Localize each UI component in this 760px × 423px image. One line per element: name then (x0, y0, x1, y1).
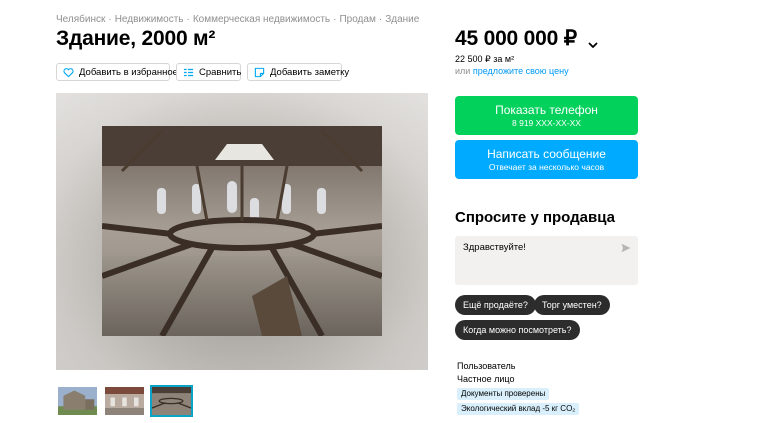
propose-price: или предложите свою цену (455, 66, 569, 76)
quick-reply-when-view[interactable]: Когда можно посмотреть? (455, 320, 580, 340)
quick-reply-bargain[interactable]: Торг уместен? (534, 295, 610, 315)
price-value: 45 000 000 ₽ (455, 27, 577, 50)
add-favorite-button[interactable]: Добавить в избранное (56, 63, 178, 81)
main-photo[interactable] (102, 126, 382, 336)
price: 45 000 000 ₽ (455, 26, 599, 51)
compare-icon (183, 67, 194, 78)
propose-price-link[interactable]: предложите свою цену (473, 66, 569, 76)
breadcrumb-realty[interactable]: Недвижимость (115, 14, 184, 25)
propose-prefix: или (455, 66, 471, 76)
breadcrumb-separator: · (108, 14, 112, 25)
badge-eco-contribution: Экологический вклад -5 кг CO₂ (457, 403, 580, 415)
show-phone-button[interactable]: Показать телефон 8 919 XXX-XX-XX (455, 96, 638, 135)
seller-type: Частное лицо (457, 374, 515, 384)
ask-seller-title: Спросите у продавца (455, 209, 615, 226)
badge-documents-verified: Документы проверены (457, 388, 550, 400)
thumbnail-1[interactable] (56, 385, 99, 417)
send-icon[interactable] (621, 243, 631, 253)
add-note-label: Добавить заметку (270, 66, 350, 78)
ask-seller-text: Здравствуйте! (463, 242, 526, 253)
breadcrumb-separator: · (378, 14, 383, 25)
ask-seller-input[interactable]: Здравствуйте! (455, 236, 638, 285)
note-icon (254, 67, 265, 78)
phone-number-masked: 8 919 XXX-XX-XX (512, 118, 581, 128)
thumbnail-strip (56, 385, 193, 417)
price-per-m2: 22 500 ₽ за м² (455, 54, 515, 64)
thumbnail-2[interactable] (103, 385, 146, 417)
chevron-down-icon[interactable] (587, 33, 599, 48)
quick-reply-still-selling[interactable]: Ещё продаёте? (455, 295, 536, 315)
listing-actions: Добавить в избранное Сравнить Добавить з… (56, 63, 349, 81)
response-time-note: Отвечает за несколько часов (488, 162, 605, 172)
breadcrumb-sell[interactable]: Продам (339, 14, 375, 25)
compare-label: Сравнить (199, 66, 242, 78)
add-favorite-label: Добавить в избранное (79, 66, 178, 78)
breadcrumb-city[interactable]: Челябинск (56, 14, 105, 25)
heart-icon (63, 67, 74, 78)
thumbnail-3[interactable] (150, 385, 193, 417)
breadcrumb-building[interactable]: Здание (385, 14, 419, 25)
compare-button[interactable]: Сравнить (176, 63, 241, 81)
breadcrumb-commercial[interactable]: Коммерческая недвижимость (193, 14, 330, 25)
seller-name[interactable]: Пользователь (457, 361, 515, 371)
breadcrumb-separator: · (333, 14, 337, 25)
photo-gallery[interactable] (56, 93, 428, 370)
breadcrumb-separator: · (186, 14, 190, 25)
add-note-button[interactable]: Добавить заметку (247, 63, 349, 81)
write-message-button[interactable]: Написать сообщение Отвечает за несколько… (455, 140, 638, 179)
show-phone-label: Показать телефон (495, 103, 598, 117)
page-title: Здание, 2000 м² (56, 27, 216, 50)
breadcrumb: Челябинск · Недвижимость · Коммерческая недв… (56, 14, 419, 25)
write-message-label: Написать сообщение (487, 147, 606, 161)
